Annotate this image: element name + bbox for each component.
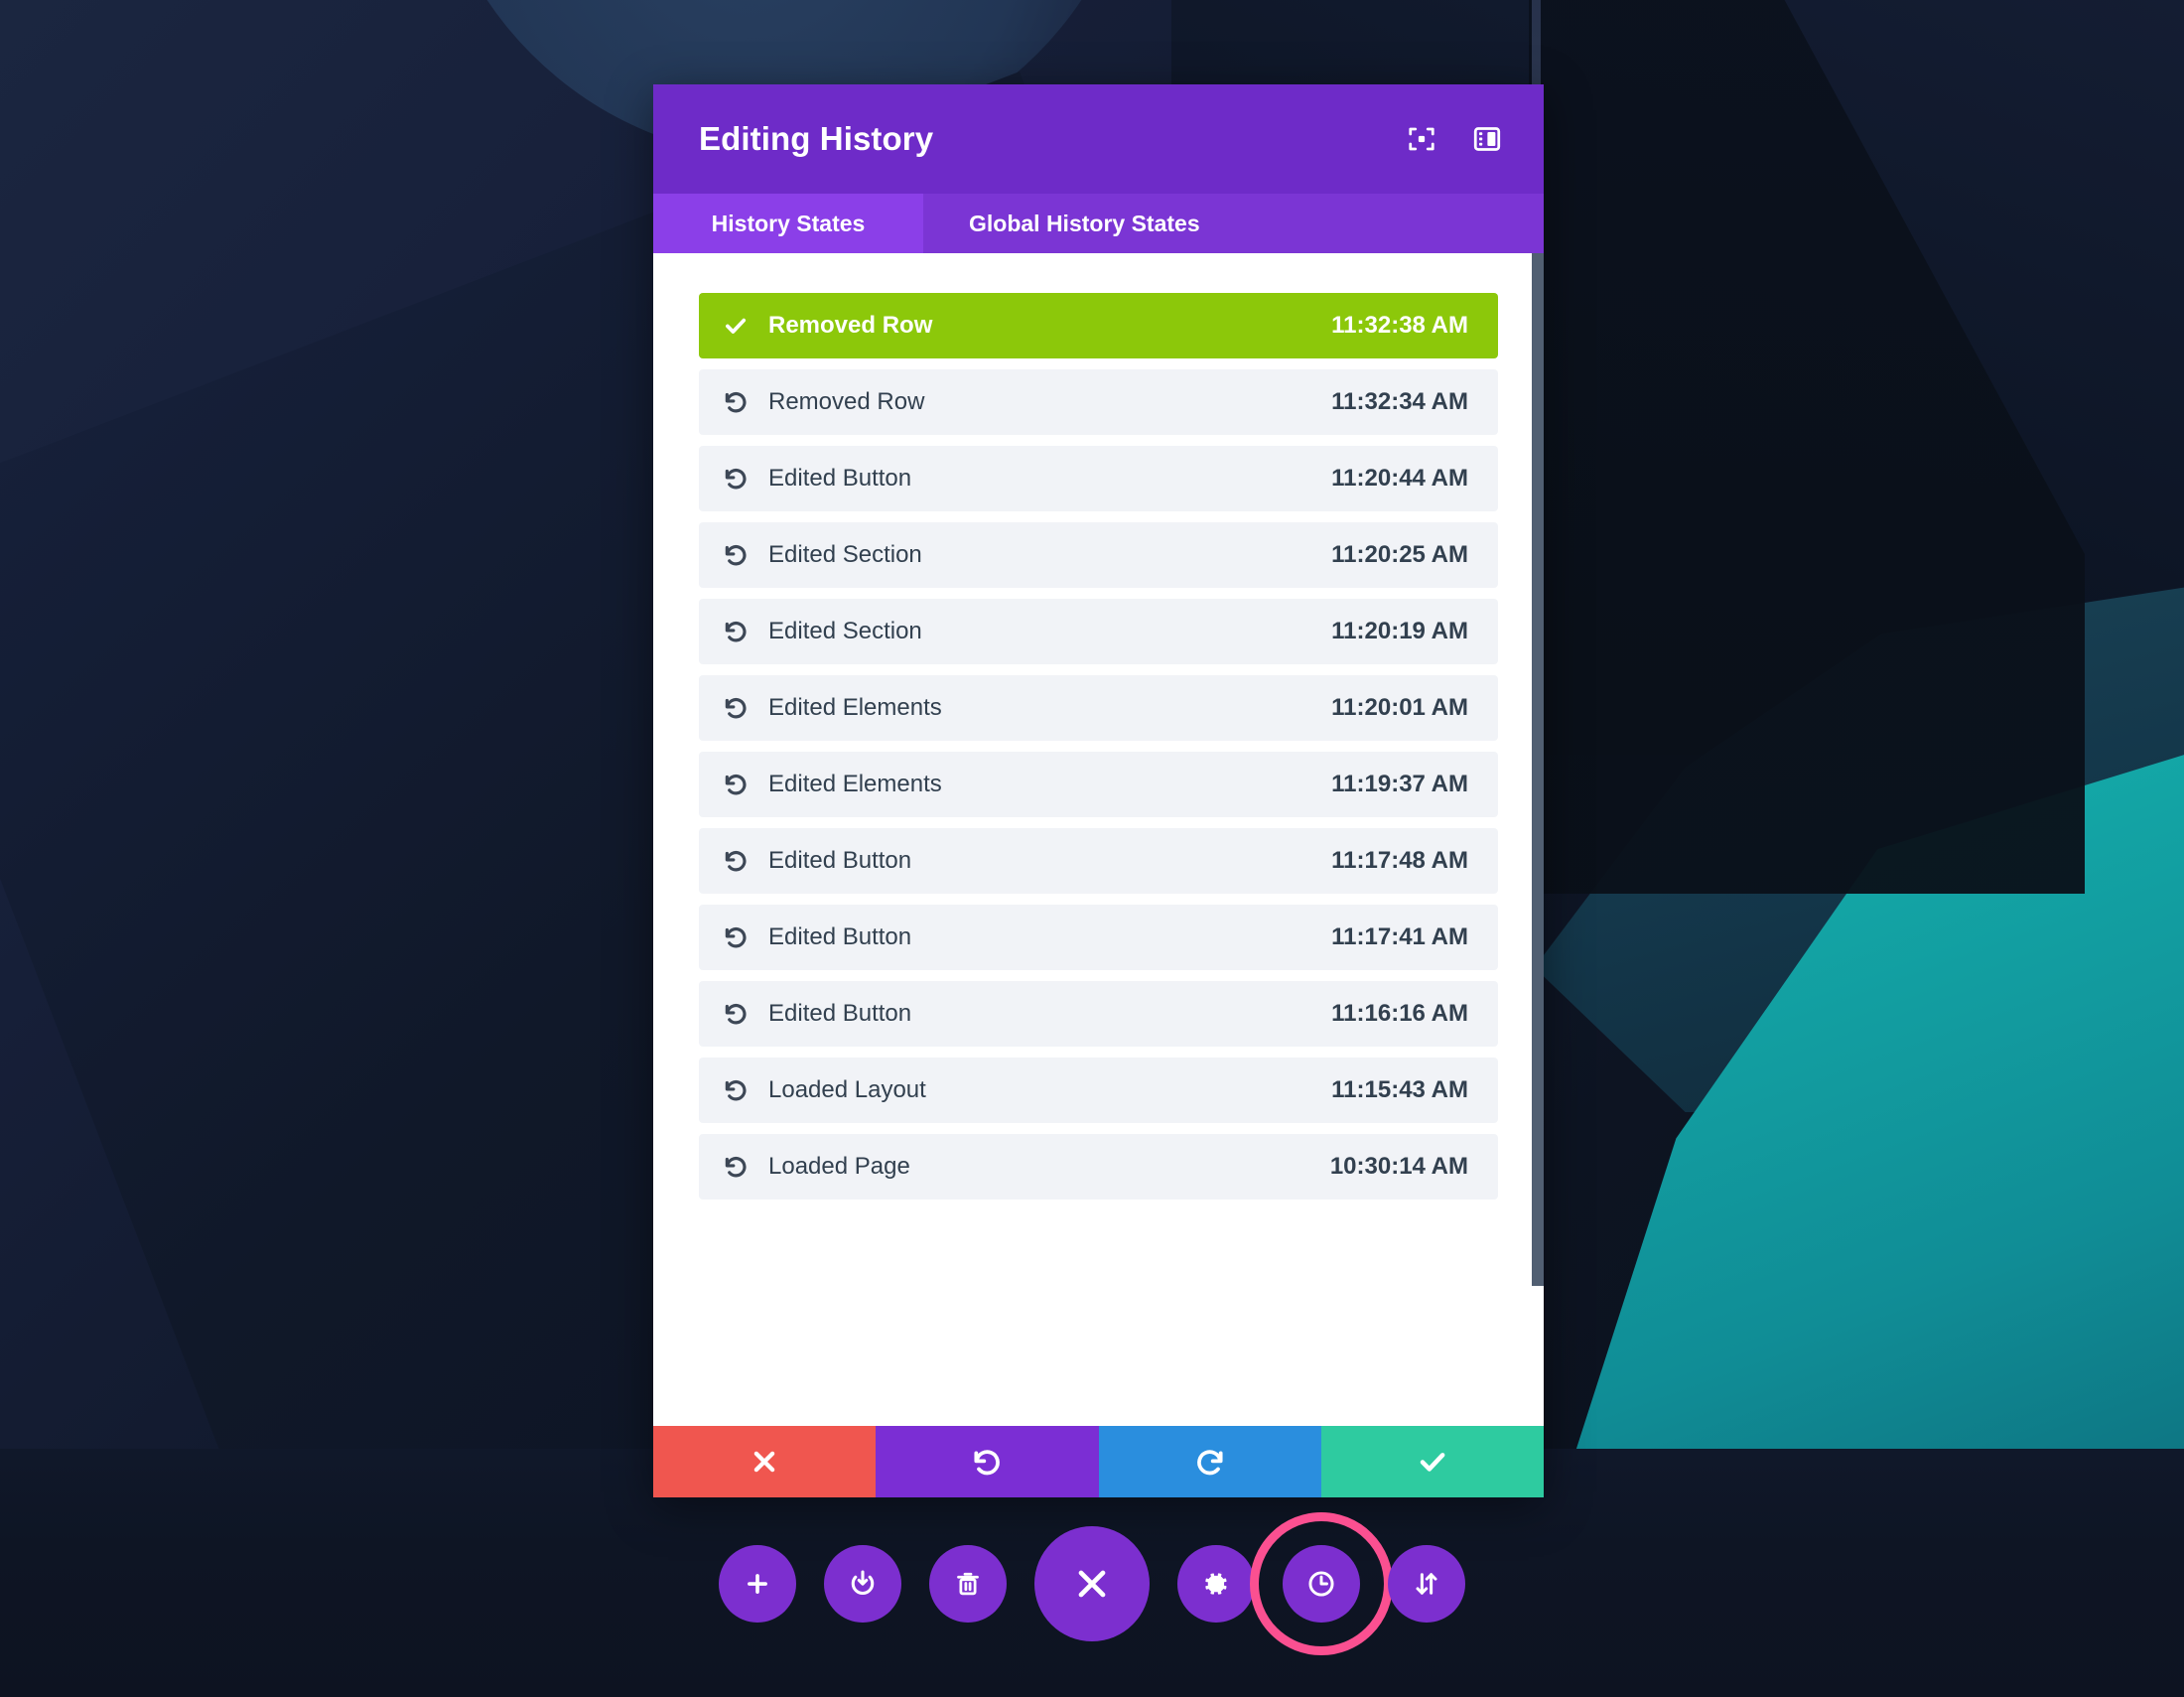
undo-icon [723, 1001, 764, 1027]
add-button[interactable] [719, 1545, 796, 1623]
history-row-label: Removed Row [768, 388, 925, 415]
undo-icon [723, 1077, 764, 1103]
history-row-time: 11:20:44 AM [1331, 465, 1468, 492]
history-row[interactable]: Edited Button 11:20:44 AM [699, 446, 1498, 511]
page-title: Editing History [699, 120, 934, 157]
check-icon [723, 313, 764, 339]
history-row[interactable]: Edited Section 11:20:25 AM [699, 522, 1498, 588]
editing-history-panel: Editing History History States Global Hi… [653, 84, 1544, 1497]
history-row-label: Edited Button [768, 465, 912, 492]
tab-history-states[interactable]: History States [653, 194, 923, 253]
history-row[interactable]: Removed Row 11:32:34 AM [699, 369, 1498, 435]
undo-icon [723, 924, 764, 950]
history-row[interactable]: Edited Button 11:17:48 AM [699, 828, 1498, 894]
history-row-time: 11:17:41 AM [1331, 923, 1468, 950]
history-row-label: Edited Button [768, 847, 912, 874]
history-row[interactable]: Loaded Page 10:30:14 AM [699, 1134, 1498, 1200]
history-row-label: Edited Button [768, 1000, 912, 1027]
history-row-time: 11:20:25 AM [1331, 541, 1468, 568]
redo-button[interactable] [1098, 1426, 1321, 1497]
undo-icon [723, 619, 764, 644]
undo-icon [723, 542, 764, 568]
history-button[interactable] [1250, 1512, 1393, 1655]
history-row-time: 11:32:34 AM [1331, 388, 1468, 415]
tab-bar: History States Global History States [653, 194, 1544, 253]
focus-target-icon[interactable] [1405, 122, 1438, 156]
builder-toolbar [0, 1512, 2184, 1655]
history-row[interactable]: Edited Elements 11:19:37 AM [699, 752, 1498, 817]
history-row-label: Removed Row [768, 312, 933, 339]
history-row-time: 11:17:48 AM [1331, 847, 1468, 874]
history-row[interactable]: Edited Elements 11:20:01 AM [699, 675, 1498, 741]
history-state-list: Removed Row 11:32:38 AM Removed Row 11:32:3… [653, 253, 1544, 1426]
history-row[interactable]: Edited Section 11:20:19 AM [699, 599, 1498, 664]
scrollbar-thumb[interactable] [1532, 253, 1544, 1286]
history-row-label: Edited Section [768, 541, 922, 568]
history-row-label: Edited Elements [768, 771, 942, 797]
history-row-time: 11:16:16 AM [1331, 1000, 1468, 1027]
history-row-time: 11:20:01 AM [1331, 694, 1468, 721]
undo-icon [723, 389, 764, 415]
layout-panel-icon[interactable] [1470, 122, 1504, 156]
history-row-label: Edited Elements [768, 694, 942, 721]
history-row-time: 11:20:19 AM [1331, 618, 1468, 644]
tab-global-history-states[interactable]: Global History States [923, 194, 1246, 253]
history-row[interactable]: Edited Button 11:16:16 AM [699, 981, 1498, 1047]
history-row-label: Loaded Page [768, 1153, 910, 1180]
close-builder-button[interactable] [1034, 1526, 1150, 1641]
history-row-time: 11:32:38 AM [1331, 312, 1468, 339]
trash-button[interactable] [929, 1545, 1007, 1623]
header-icon-group [1405, 122, 1504, 156]
undo-icon [723, 772, 764, 797]
panel-footer [653, 1426, 1544, 1497]
history-row-time: 11:19:37 AM [1331, 771, 1468, 797]
history-row-time: 10:30:14 AM [1329, 1153, 1468, 1180]
undo-icon [723, 466, 764, 492]
history-row[interactable]: Edited Button 11:17:41 AM [699, 905, 1498, 970]
list-scrollbar[interactable] [1532, 253, 1544, 1426]
save-button[interactable] [1320, 1426, 1544, 1497]
save-draft-button[interactable] [824, 1545, 901, 1623]
panel-header: Editing History [653, 84, 1544, 194]
undo-icon [723, 1154, 764, 1180]
undo-icon [723, 848, 764, 874]
settings-button[interactable] [1177, 1545, 1255, 1623]
undo-icon [723, 695, 764, 721]
history-row[interactable]: Removed Row 11:32:38 AM [699, 293, 1498, 358]
undo-button[interactable] [876, 1426, 1099, 1497]
sort-button[interactable] [1388, 1545, 1465, 1623]
history-rows-container: Removed Row 11:32:38 AM Removed Row 11:32:3… [699, 293, 1498, 1200]
history-row-time: 11:15:43 AM [1331, 1076, 1468, 1103]
history-row[interactable]: Loaded Layout 11:15:43 AM [699, 1058, 1498, 1123]
history-row-label: Edited Button [768, 923, 912, 950]
history-row-label: Loaded Layout [768, 1076, 926, 1103]
close-button[interactable] [653, 1426, 877, 1497]
history-row-label: Edited Section [768, 618, 922, 644]
